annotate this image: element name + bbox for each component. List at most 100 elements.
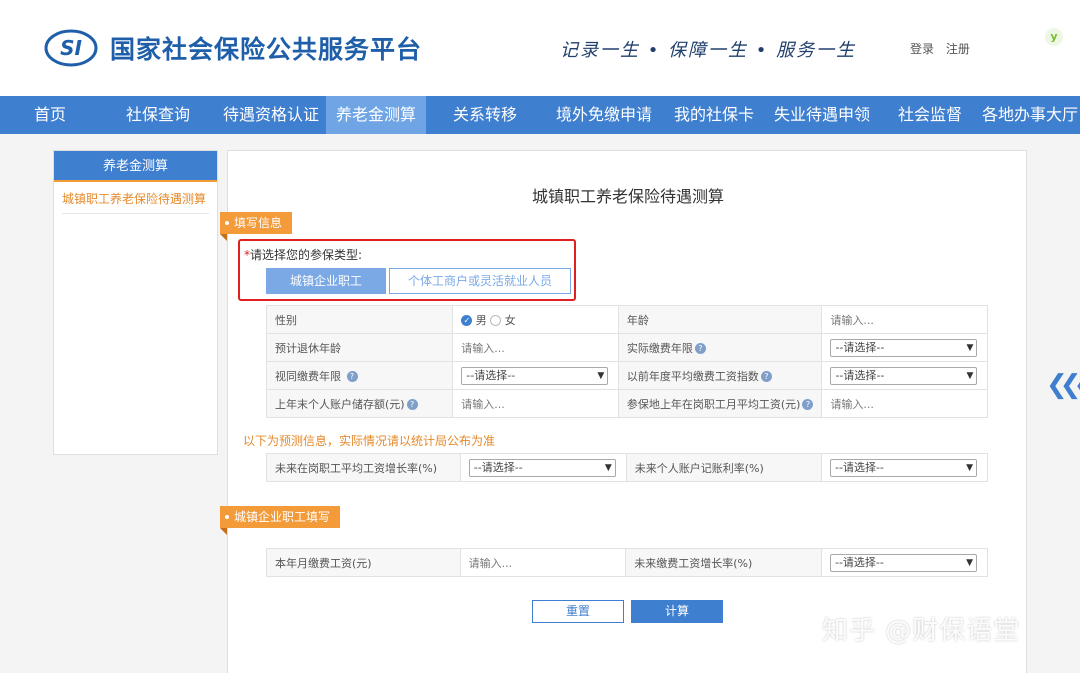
future-wage-growth-cell: --请选择-- ▼ [459, 453, 627, 482]
chevron-down-icon: ▼ [966, 462, 974, 473]
enterprise-table: 本年月缴费工资(元) 请输入... 未来缴费工资增长率(%) --请选择-- ▼ [266, 548, 989, 577]
chevron-down-icon: ▼ [966, 557, 973, 568]
retire-age-label: 预计退休年龄 [265, 333, 454, 362]
insurance-type-label: *请选择您的参保类型: [244, 246, 362, 263]
table-row: 预计退休年龄 请输入... 实际缴费年限? --请选择-- ▼ [265, 333, 988, 362]
nav-item-social-card[interactable]: 我的社保卡 [664, 96, 764, 134]
account-balance-input[interactable]: 请输入... [452, 389, 619, 418]
forecast-table: 未来在岗职工平均工资增长率(%) --请选择-- ▼ 未来个人账户记账利率(%) … [266, 453, 988, 482]
nav-item-home[interactable]: 首页 [0, 96, 100, 134]
site-title: 国家社会保险公共服务平台 [110, 35, 423, 64]
age-input[interactable]: 请输入... [821, 305, 988, 334]
actual-years-label-cell: 实际缴费年限? [617, 333, 823, 362]
future-pay-growth-label: 未来缴费工资增长率(%) [625, 548, 822, 577]
select-value: --请选择-- [835, 460, 884, 474]
chevron-down-icon: ▼ [966, 342, 974, 353]
collapse-chevrons-icon[interactable]: ❮❮❮ [1046, 370, 1080, 400]
nav-item-supervision[interactable]: 社会监督 [880, 96, 980, 134]
account-balance-label-cell: 上年末个人账户储存额(元)? [265, 389, 454, 418]
table-row: 未来在岗职工平均工资增长率(%) --请选择-- ▼ 未来个人账户记账利率(%) … [266, 453, 988, 482]
register-link[interactable]: 注册 [946, 42, 970, 56]
radio-male-label: 男 [475, 313, 487, 327]
select-value: --请选择-- [473, 460, 523, 474]
table-row: 本年月缴费工资(元) 请输入... 未来缴费工资增长率(%) --请选择-- ▼ [266, 548, 989, 577]
sidebar-item-urban-pension[interactable]: 城镇职工养老保险待遇测算 [62, 190, 209, 214]
chevron-down-icon: ▼ [597, 370, 605, 381]
future-pay-growth-select[interactable]: --请选择-- ▼ [829, 553, 977, 572]
logo-letters: SI [60, 36, 82, 60]
calculator-panel: 城镇职工养老保险待遇测算 填写信息 *请选择您的参保类型: 城镇企业职工 个体工… [220, 150, 1027, 673]
deemed-years-label-cell: 视同缴费年限 ? [265, 361, 454, 390]
actual-years-cell: --请选择-- ▼ [821, 333, 988, 362]
age-label: 年龄 [617, 305, 823, 334]
radio-female[interactable] [490, 315, 502, 326]
help-icon[interactable]: ? [694, 343, 706, 354]
nav-item-query[interactable]: 社保查询 [100, 96, 216, 134]
actual-years-label: 实际缴费年限 [626, 341, 693, 355]
local-avg-wage-label: 参保地上年在岗职工月平均工资(元) [626, 397, 801, 411]
age-input-placeholder: 请输入... [830, 313, 874, 327]
forecast-note: 以下为预测信息，实际情况请以统计局公布为准 [243, 434, 496, 448]
basic-info-table: 性别 ✓ 男 女 年龄 请输入... 预计退休年龄 请输入... 实际缴费年限?… [265, 305, 988, 418]
help-icon[interactable]: ? [802, 399, 814, 410]
sidebar-heading: 养老金测算 [54, 151, 217, 182]
select-value: --请选择-- [835, 340, 885, 354]
main-nav: 首页 社保查询 待遇资格认证 养老金测算 关系转移 境外免缴申请 我的社保卡 失… [0, 96, 1080, 134]
sidebar: 养老金测算 城镇职工养老保险待遇测算 [53, 150, 218, 455]
select-value: --请选择-- [834, 555, 884, 569]
help-icon[interactable]: ? [346, 371, 358, 382]
deemed-years-label: 视同缴费年限 [275, 369, 341, 383]
account-balance-label: 上年末个人账户储存额(元) [275, 397, 405, 411]
local-avg-wage-input[interactable]: 请输入... [821, 389, 988, 418]
future-pay-growth-cell: --请选择-- ▼ [820, 548, 989, 577]
local-avg-wage-label-cell: 参保地上年在岗职工月平均工资(元)? [617, 389, 823, 418]
type-urban-enterprise-button[interactable]: 城镇企业职工 [266, 268, 386, 294]
nav-item-transfer[interactable]: 关系转移 [426, 96, 544, 134]
future-wage-growth-select[interactable]: --请选择-- ▼ [468, 458, 616, 477]
retire-age-placeholder: 请输入... [461, 341, 505, 355]
past-index-cell: --请选择-- ▼ [821, 361, 988, 390]
select-value: --请选择-- [466, 368, 516, 382]
section-tag-fill-info: 填写信息 [220, 212, 293, 241]
site-logo[interactable]: SI 国家社会保险公共服务平台 [44, 28, 422, 68]
type-self-employed-button[interactable]: 个体工商户或灵活就业人员 [389, 268, 571, 294]
month-wage-input[interactable]: 请输入... [459, 548, 627, 577]
login-link[interactable]: 登录 [910, 42, 934, 56]
actual-years-select[interactable]: --请选择-- ▼ [830, 338, 978, 357]
help-icon[interactable]: ? [760, 371, 772, 382]
calculate-button[interactable]: 计算 [631, 600, 723, 623]
local-avg-wage-placeholder: 请输入... [830, 397, 874, 411]
gender-label: 性别 [265, 305, 454, 334]
auth-links: 登录 注册 [910, 40, 978, 57]
select-value: --请选择-- [835, 368, 885, 382]
help-icon[interactable]: ? [406, 399, 418, 410]
nav-item-overseas-exemption[interactable]: 境外免缴申请 [544, 96, 664, 134]
reset-button[interactable]: 重置 [532, 600, 624, 623]
table-row: 视同缴费年限 ? --请选择-- ▼ 以前年度平均缴费工资指数? --请选择-- ▼ [265, 361, 988, 390]
extension-badge-icon[interactable]: y [1045, 28, 1063, 46]
radio-female-label: 女 [504, 313, 516, 327]
nav-item-pension-calc[interactable]: 养老金测算 [326, 96, 426, 134]
month-wage-label: 本年月缴费工资(元) [266, 548, 461, 577]
retire-age-input[interactable]: 请输入... [452, 333, 619, 362]
site-header: SI 国家社会保险公共服务平台 记录一生 • 保障一生 • 服务一生 登录 注册… [0, 0, 1080, 96]
past-index-label: 以前年度平均缴费工资指数 [626, 369, 759, 383]
gender-radio-group: ✓ 男 女 [452, 305, 619, 334]
watermark: 知乎 @财保语堂 [822, 616, 1021, 646]
nav-item-unemployment[interactable]: 失业待遇申领 [764, 96, 880, 134]
deemed-years-select[interactable]: --请选择-- ▼ [461, 366, 609, 385]
si-logo-icon: SI [44, 28, 98, 68]
deemed-years-cell: --请选择-- ▼ [452, 361, 619, 390]
chevron-down-icon: ▼ [966, 370, 974, 381]
future-interest-select[interactable]: --请选择-- ▼ [830, 458, 978, 477]
radio-male[interactable]: ✓ [461, 315, 473, 326]
site-slogan: 记录一生 • 保障一生 • 服务一生 [560, 40, 857, 61]
past-index-select[interactable]: --请选择-- ▼ [830, 366, 978, 385]
chevron-down-icon: ▼ [604, 462, 612, 473]
future-interest-cell: --请选择-- ▼ [821, 453, 988, 482]
month-wage-placeholder: 请输入... [468, 556, 513, 570]
nav-item-local-service[interactable]: 各地办事大厅 [980, 96, 1080, 134]
table-row: 性别 ✓ 男 女 年龄 请输入... [265, 305, 988, 334]
nav-item-qualification[interactable]: 待遇资格认证 [216, 96, 326, 134]
account-balance-placeholder: 请输入... [461, 397, 505, 411]
